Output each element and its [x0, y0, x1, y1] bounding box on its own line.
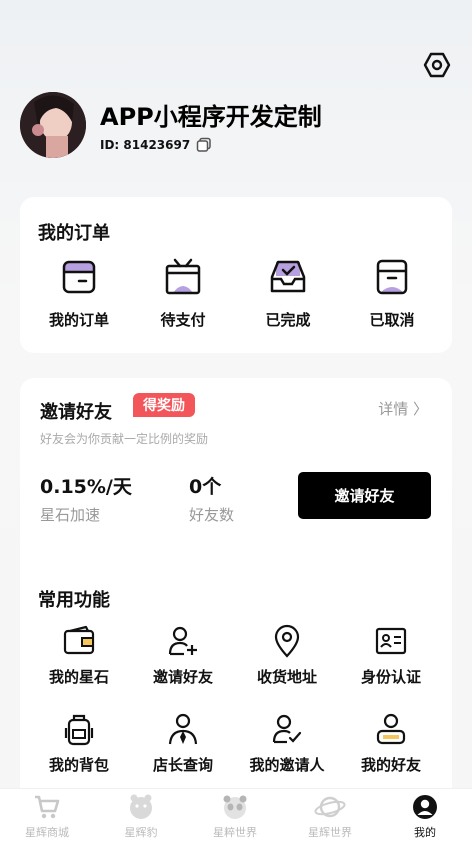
tab-label: 星粹世界	[213, 826, 257, 839]
profile-name: APP小程序开发定制	[100, 103, 322, 131]
func-invite-friends[interactable]: 邀请好友	[124, 624, 242, 687]
cart-icon	[35, 795, 60, 819]
copy-icon[interactable]	[196, 137, 212, 153]
archive-box-icon	[376, 259, 408, 295]
func-identity[interactable]: 身份认证	[332, 624, 450, 687]
reward-badge: 得奖励	[133, 393, 195, 417]
order-box-icon	[62, 260, 96, 294]
bottom-tab-bar: 星辉商城 星辉豹 星粹世界 星辉世界 我的	[0, 788, 472, 844]
tab-star-world[interactable]: 星辉世界	[283, 793, 377, 840]
tab-panda-world[interactable]: 星粹世界	[188, 793, 282, 840]
leopard-icon	[130, 794, 152, 819]
tab-leopard[interactable]: 星辉豹	[94, 793, 188, 840]
func-label: 身份认证	[360, 668, 421, 686]
order-item-label: 待支付	[160, 311, 206, 329]
func-label: 我的星石	[48, 668, 109, 686]
orders-title: 我的订单	[38, 223, 110, 244]
rate-value: 0.15%/天	[40, 476, 132, 498]
func-label: 我的邀请人	[249, 756, 325, 774]
tab-label: 星辉豹	[124, 826, 158, 839]
profile-id-text: ID: 81423697	[100, 138, 191, 152]
func-my-friends[interactable]: 我的好友	[332, 712, 450, 775]
tab-label: 星辉世界	[308, 826, 352, 839]
order-item-label: 已取消	[369, 311, 415, 329]
order-item-label: 我的订单	[48, 311, 109, 329]
invite-title: 邀请好友	[40, 402, 112, 423]
avatar-image	[20, 92, 86, 158]
order-item-label: 已完成	[265, 311, 311, 329]
func-manager-query[interactable]: 店长查询	[124, 712, 242, 775]
settings-hex-icon	[423, 52, 451, 78]
user-check-icon	[272, 714, 302, 744]
profile-id: ID: 81423697	[100, 137, 212, 153]
order-item-all[interactable]: 我的订单	[29, 257, 129, 330]
manager-tie-icon	[168, 713, 198, 745]
backpack-icon	[64, 714, 94, 746]
func-label: 邀请好友	[152, 668, 213, 686]
friends-count-label: 好友数	[189, 506, 235, 524]
functions-title: 常用功能	[38, 590, 110, 611]
order-item-pending[interactable]: 待支付	[133, 257, 233, 330]
invite-detail-link[interactable]: 详情 〉	[378, 398, 428, 419]
tab-mine[interactable]: 我的	[378, 793, 472, 840]
invite-friend-button[interactable]: 邀请好友	[298, 472, 431, 519]
order-item-completed[interactable]: 已完成	[238, 257, 338, 330]
tab-mall[interactable]: 星辉商城	[0, 793, 94, 840]
invite-subtitle: 好友会为你贡献一定比例的奖励	[40, 432, 209, 446]
tray-check-icon	[270, 260, 306, 293]
location-pin-icon	[274, 624, 300, 658]
order-item-cancelled[interactable]: 已取消	[342, 257, 442, 330]
avatar[interactable]	[20, 92, 86, 158]
func-label: 我的背包	[48, 756, 109, 774]
profile-icon	[413, 795, 437, 819]
func-label: 收货地址	[256, 668, 317, 686]
orders-card: 我的订单 我的订单 待支付 已完成 已取消	[20, 197, 452, 353]
friends-count-value: 0个	[189, 476, 222, 498]
panda-icon	[223, 795, 247, 819]
settings-button[interactable]	[422, 50, 452, 80]
func-my-inviter[interactable]: 我的邀请人	[228, 712, 346, 775]
wallet-icon	[63, 625, 95, 655]
tv-pay-icon	[165, 258, 201, 295]
planet-icon	[314, 796, 346, 818]
func-backpack[interactable]: 我的背包	[20, 712, 138, 775]
user-plus-icon	[168, 626, 197, 656]
func-label: 我的好友	[360, 756, 421, 774]
func-my-stones[interactable]: 我的星石	[20, 624, 138, 687]
invite-card: 邀请好友 得奖励 详情 〉 好友会为你贡献一定比例的奖励 0.15%/天 星石加…	[20, 378, 452, 548]
user-badge-icon	[376, 713, 406, 745]
rate-label: 星石加速	[40, 506, 101, 524]
id-card-icon	[375, 627, 407, 655]
func-label: 店长查询	[152, 756, 213, 774]
tab-label: 星辉商城	[25, 826, 69, 839]
func-address[interactable]: 收货地址	[228, 624, 346, 687]
tab-label: 我的	[414, 826, 436, 839]
